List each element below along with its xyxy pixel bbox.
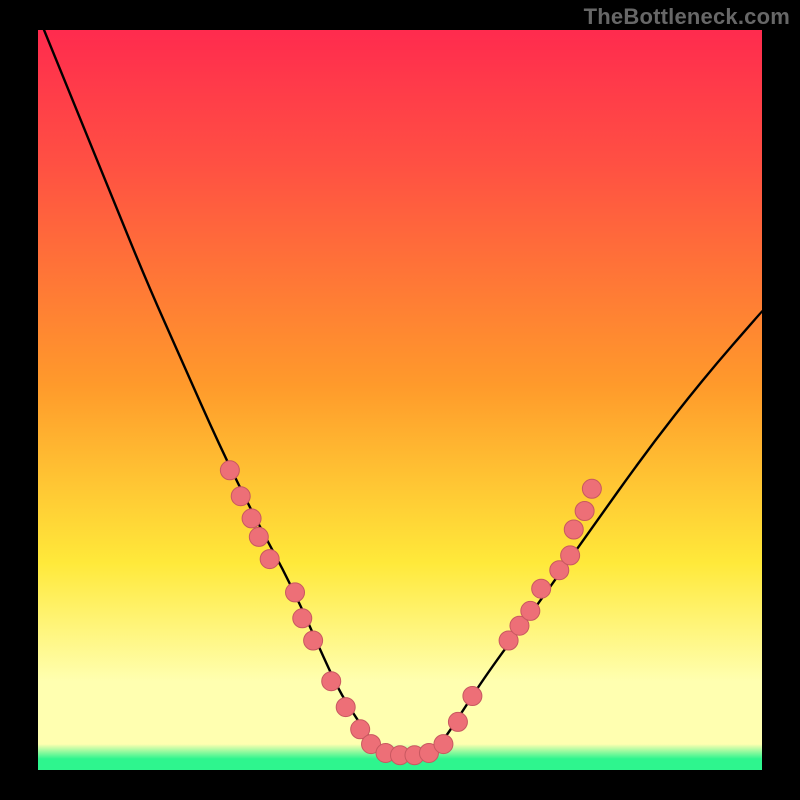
curve-marker bbox=[286, 583, 305, 602]
chart-svg bbox=[0, 0, 800, 800]
curve-marker bbox=[575, 502, 594, 521]
curve-marker bbox=[220, 461, 239, 480]
curve-marker bbox=[434, 735, 453, 754]
curve-marker bbox=[293, 609, 312, 628]
curve-marker bbox=[582, 479, 601, 498]
curve-marker bbox=[448, 712, 467, 731]
curve-marker bbox=[532, 579, 551, 598]
curve-marker bbox=[561, 546, 580, 565]
curve-marker bbox=[260, 550, 279, 569]
curve-marker bbox=[242, 509, 261, 528]
curve-marker bbox=[564, 520, 583, 539]
curve-marker bbox=[249, 527, 268, 546]
chart-stage: TheBottleneck.com bbox=[0, 0, 800, 800]
curve-marker bbox=[231, 487, 250, 506]
plot-background bbox=[38, 30, 762, 770]
curve-marker bbox=[521, 601, 540, 620]
curve-marker bbox=[322, 672, 341, 691]
curve-marker bbox=[336, 698, 355, 717]
curve-marker bbox=[463, 687, 482, 706]
curve-marker bbox=[304, 631, 323, 650]
